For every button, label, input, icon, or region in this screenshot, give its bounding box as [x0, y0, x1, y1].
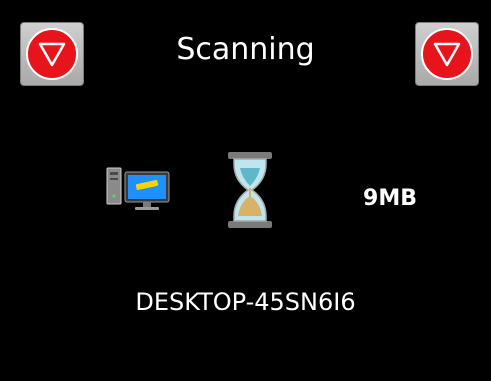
scanning-screen: Scanning 9MB DESKTOP-45SN6I6 [0, 0, 491, 381]
stop-sign-icon [26, 28, 78, 80]
page-title: Scanning [176, 32, 315, 67]
hourglass-icon [228, 152, 272, 228]
stop-button-left[interactable] [20, 22, 84, 86]
computer-icon [106, 167, 170, 210]
device-name: DESKTOP-45SN6I6 [135, 288, 356, 316]
stop-button-right[interactable] [415, 22, 479, 86]
stop-sign-icon [421, 28, 473, 80]
transferred-size: 9MB [363, 186, 417, 211]
